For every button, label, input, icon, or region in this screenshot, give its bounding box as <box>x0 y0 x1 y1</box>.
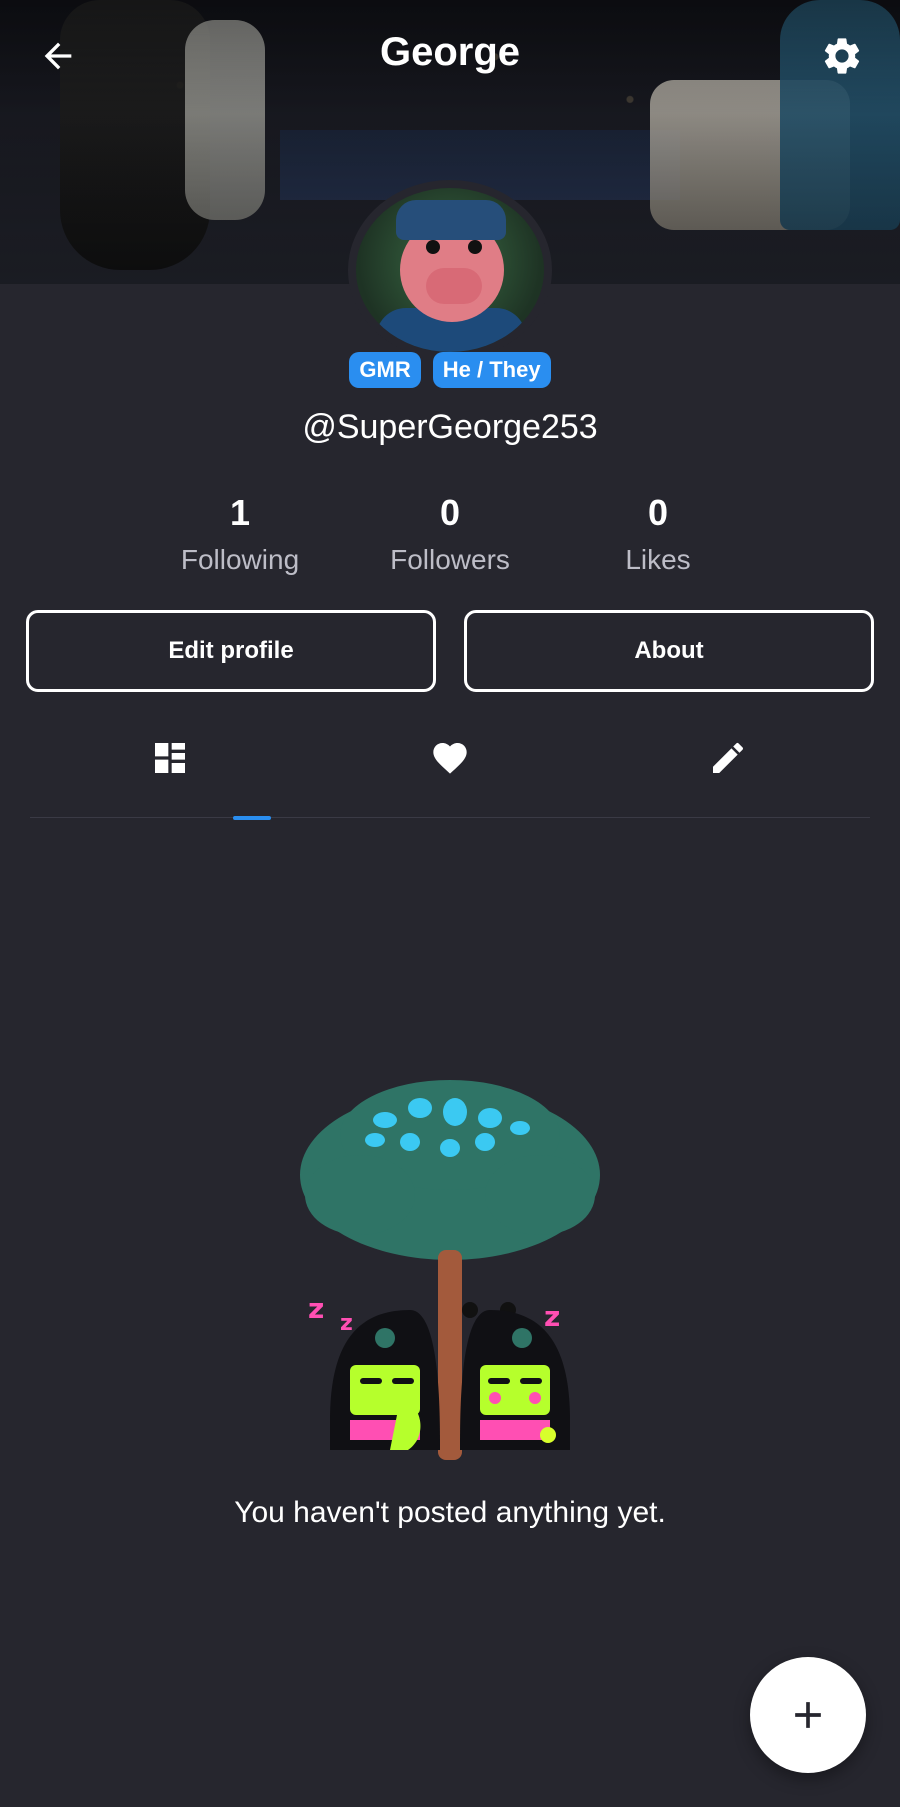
stat-following-value: 1 <box>229 492 251 533</box>
tab-posts[interactable] <box>110 738 271 820</box>
grid-layout-icon <box>155 743 185 773</box>
profile-badges: GMR He / They <box>0 352 900 388</box>
avatar-eye-right <box>468 240 482 254</box>
profile-page: George GMR He / They @SuperGeorge253 1 F… <box>0 0 900 1807</box>
zzz-right: z <box>544 1300 560 1333</box>
tree-trunk <box>438 1250 462 1460</box>
profile-actions: Edit profile About <box>26 610 874 692</box>
tab-likes[interactable] <box>390 738 510 818</box>
tab-active-indicator <box>233 816 271 820</box>
stat-followers-label: Followers <box>390 544 510 575</box>
badge-gmr: GMR <box>349 352 421 388</box>
stat-followers[interactable]: 0 Followers <box>350 492 550 576</box>
tab-drafts[interactable] <box>668 738 788 818</box>
zzz-left: z <box>308 1292 324 1325</box>
top-bar: George <box>0 0 900 110</box>
profile-tabs <box>30 738 870 820</box>
empty-state-illustration: z z z <box>290 1080 610 1480</box>
stat-likes-label: Likes <box>625 544 691 575</box>
avatar[interactable] <box>348 180 552 360</box>
stat-likes[interactable]: 0 Likes <box>558 492 758 576</box>
empty-state-message: You haven't posted anything yet. <box>234 1496 666 1529</box>
stat-following-label: Following <box>180 544 300 575</box>
stat-followers-value: 0 <box>439 492 461 533</box>
stat-likes-value: 0 <box>647 492 669 533</box>
profile-handle: @SuperGeorge253 <box>302 408 598 446</box>
avatar-hat <box>396 200 506 240</box>
zzz-left-small: z <box>340 1311 353 1336</box>
avatar-snout <box>426 268 482 304</box>
page-title: George <box>379 30 521 74</box>
trunk-eye-left <box>462 1302 478 1318</box>
tree-canopy <box>300 1080 600 1260</box>
pencil-icon <box>713 742 744 773</box>
stat-following[interactable]: 1 Following <box>140 492 340 576</box>
badge-pronouns: He / They <box>432 352 551 388</box>
about-button[interactable]: About <box>464 610 874 692</box>
heart-icon <box>433 743 467 774</box>
gear-icon <box>824 38 860 74</box>
avatar-eye-left <box>426 240 440 254</box>
create-post-button[interactable] <box>750 1657 866 1773</box>
settings-button[interactable] <box>810 24 874 88</box>
plus-icon <box>795 1702 821 1728</box>
edit-profile-button[interactable]: Edit profile <box>26 610 436 692</box>
